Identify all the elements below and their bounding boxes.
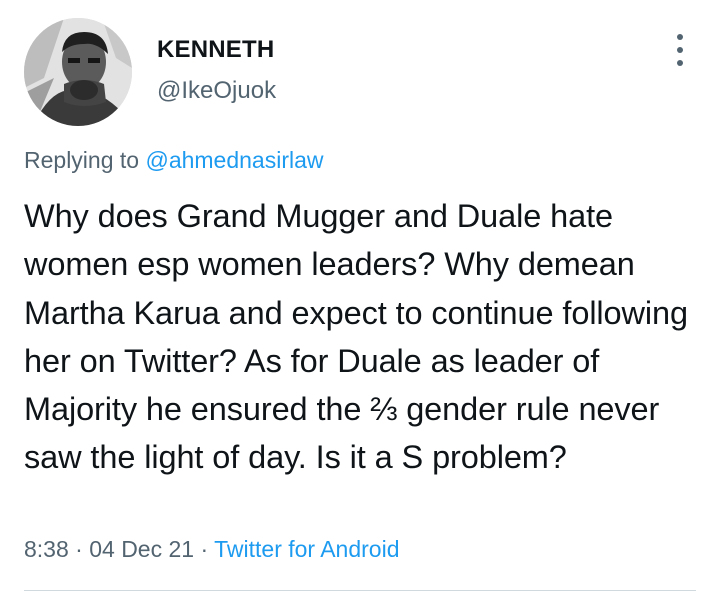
dot bbox=[677, 34, 683, 40]
tweet-detail: KENNETH @IkeOjuok Replying to @ahmednasi… bbox=[0, 0, 720, 602]
author-avatar[interactable] bbox=[24, 18, 132, 126]
replying-to-label: Replying to bbox=[24, 147, 140, 173]
more-vertical-icon[interactable] bbox=[668, 34, 692, 66]
dot bbox=[677, 60, 683, 66]
author-name[interactable]: KENNETH bbox=[157, 36, 274, 64]
dot bbox=[677, 47, 683, 53]
author-handle[interactable]: @IkeOjuok bbox=[157, 77, 276, 105]
tweet-date[interactable]: 04 Dec 21 bbox=[89, 536, 194, 562]
tweet-meta: 8:38 · 04 Dec 21 · Twitter for Android bbox=[24, 536, 399, 563]
replying-to: Replying to @ahmednasirlaw bbox=[24, 147, 324, 174]
tweet-source-link[interactable]: Twitter for Android bbox=[214, 536, 399, 562]
avatar-photo-icon bbox=[24, 18, 132, 126]
divider bbox=[24, 590, 696, 591]
meta-separator: · bbox=[200, 536, 209, 562]
meta-separator: · bbox=[75, 536, 83, 562]
tweet-time[interactable]: 8:38 bbox=[24, 536, 69, 562]
reply-mention-link[interactable]: @ahmednasirlaw bbox=[145, 147, 323, 173]
tweet-text: Why does Grand Mugger and Duale hate wom… bbox=[24, 198, 688, 476]
